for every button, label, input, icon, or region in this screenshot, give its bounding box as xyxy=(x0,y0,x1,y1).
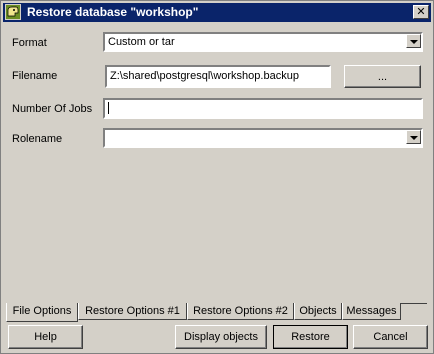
restore-dialog: Restore database "workshop" ✕ Format Cus… xyxy=(0,0,434,354)
format-combo-value: Custom or tar xyxy=(108,36,175,48)
tab-restore-options-1[interactable]: Restore Options #1 xyxy=(78,303,187,320)
restore-button-label: Restore xyxy=(291,331,330,343)
filename-field-value: Z:\shared\postgresql\workshop.backup xyxy=(110,70,299,82)
tab-messages[interactable]: Messages xyxy=(342,303,401,320)
tab-restore-options-2[interactable]: Restore Options #2 xyxy=(187,303,294,320)
browse-button[interactable]: ... xyxy=(344,65,421,88)
text-cursor xyxy=(108,102,109,114)
help-button[interactable]: Help xyxy=(8,325,83,349)
cancel-button[interactable]: Cancel xyxy=(353,325,428,349)
rolename-label: Rolename xyxy=(12,133,63,145)
title-bar: Restore database "workshop" ✕ xyxy=(3,3,431,22)
chevron-down-icon[interactable] xyxy=(406,34,421,48)
tab-file-options[interactable]: File Options xyxy=(6,303,78,322)
tab-strip: File Options Restore Options #1 Restore … xyxy=(6,303,431,322)
format-label: Format xyxy=(12,37,47,49)
jobs-field[interactable] xyxy=(103,98,423,119)
display-objects-button-label: Display objects xyxy=(184,331,258,343)
help-button-label: Help xyxy=(34,331,57,343)
restore-button[interactable]: Restore xyxy=(273,325,348,349)
rolename-combo[interactable] xyxy=(103,128,423,148)
pgadmin-elephant-icon xyxy=(5,4,21,20)
display-objects-button[interactable]: Display objects xyxy=(175,325,267,349)
browse-button-label: ... xyxy=(377,70,388,83)
close-button[interactable]: ✕ xyxy=(413,5,429,19)
format-combo[interactable]: Custom or tar xyxy=(103,32,423,52)
cancel-button-label: Cancel xyxy=(373,331,408,343)
filename-label: Filename xyxy=(12,70,58,82)
filename-field[interactable]: Z:\shared\postgresql\workshop.backup xyxy=(105,65,331,88)
chevron-down-icon[interactable] xyxy=(406,130,421,144)
window-title: Restore database "workshop" xyxy=(27,5,199,19)
tab-objects[interactable]: Objects xyxy=(294,303,342,320)
jobs-label: Number Of Jobs xyxy=(12,103,93,115)
